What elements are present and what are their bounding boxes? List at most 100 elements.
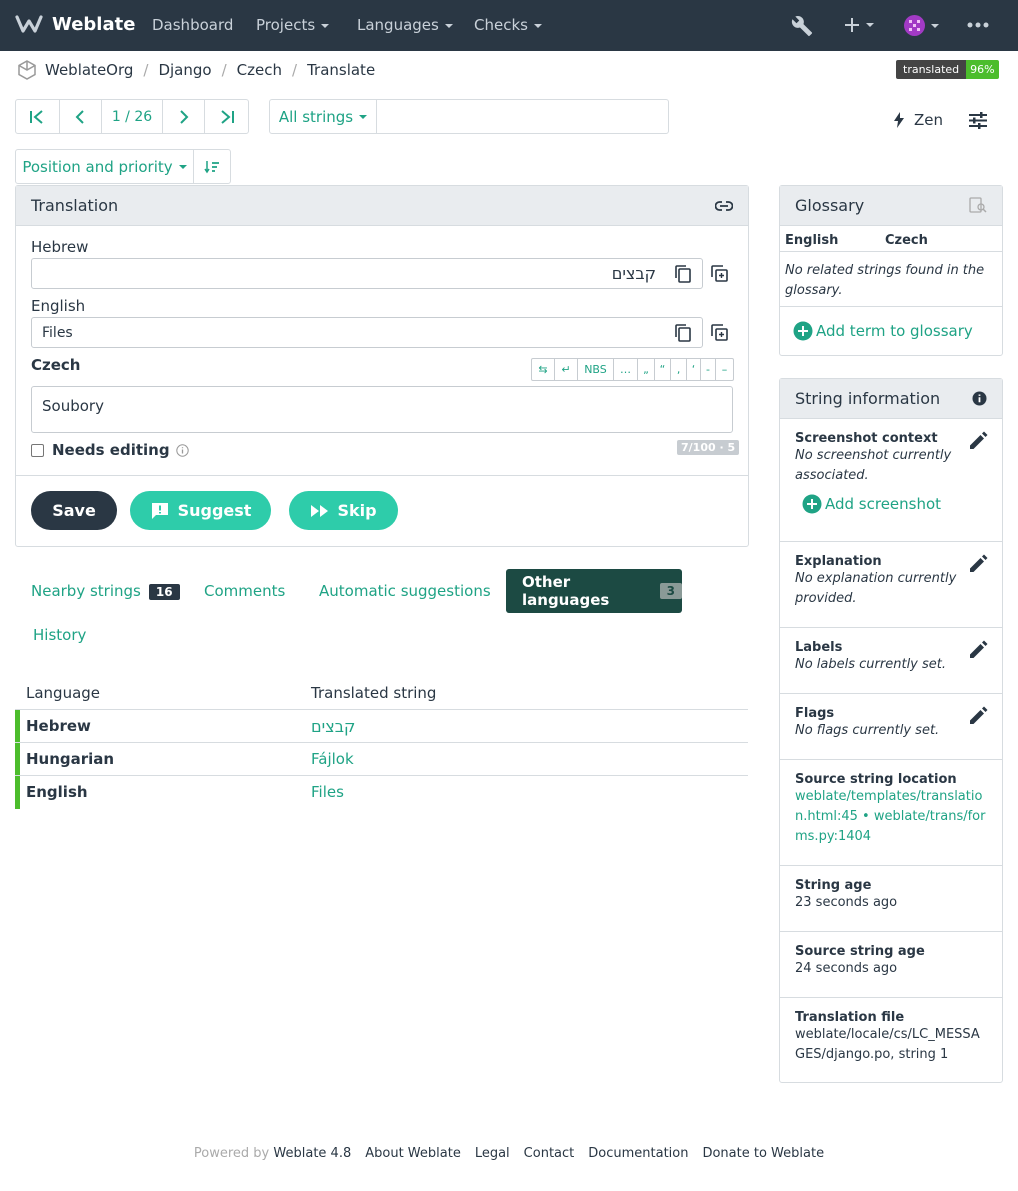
insert-tab-button[interactable]: ⇆ — [532, 359, 555, 380]
info-icon — [175, 443, 189, 457]
suggest-button[interactable]: Suggest — [130, 491, 271, 530]
breadcrumb-language[interactable]: Czech — [237, 61, 282, 79]
wrench-icon[interactable] — [791, 15, 813, 37]
brand-link[interactable]: Weblate — [15, 13, 135, 35]
insert-low-quote-button[interactable]: „ — [638, 359, 655, 380]
last-button[interactable] — [205, 100, 248, 133]
footer-donate-link[interactable]: Donate to Weblate — [702, 1146, 824, 1161]
insert-hyphen-button[interactable]: - — [701, 359, 716, 380]
string-age-title: String age — [795, 878, 872, 893]
zen-label: Zen — [914, 111, 944, 129]
insert-nbsp-button[interactable]: NBS — [578, 359, 614, 380]
insert-newline-button[interactable]: ↵ — [555, 359, 578, 380]
breadcrumb-component[interactable]: Django — [158, 61, 211, 79]
source-location-title: Source string location — [795, 772, 957, 787]
next-button[interactable] — [163, 100, 206, 133]
status-bar — [15, 743, 20, 776]
link-icon[interactable] — [715, 200, 733, 211]
tab-comments[interactable]: Comments — [204, 582, 285, 600]
special-chars-toolbar: ⇆ ↵ NBS … „ “ ‚ ‘ - – — [531, 358, 734, 381]
glossary-empty-text: No related strings found in the glossary… — [785, 263, 985, 298]
add-term-link[interactable]: Add term to glossary — [793, 321, 973, 341]
row-translated-link[interactable]: Fájlok — [311, 750, 354, 768]
settings-sliders-icon[interactable] — [969, 112, 987, 129]
nav-dashboard[interactable]: Dashboard — [152, 16, 233, 34]
last-page-icon — [221, 109, 234, 124]
divider — [780, 306, 1002, 307]
insert-ellipsis-button[interactable]: … — [614, 359, 638, 380]
position-indicator: 1 / 26 — [102, 100, 163, 133]
tab-automatic-suggestions[interactable]: Automatic suggestions — [319, 582, 491, 600]
caret-down-icon — [866, 23, 874, 27]
glossary-col-target: Czech — [885, 233, 928, 248]
table-header-language: Language — [26, 684, 101, 702]
filter-dropdown[interactable]: All strings — [270, 100, 377, 133]
row-translated-link[interactable]: Files — [311, 783, 344, 801]
nav-checks-label: Checks — [474, 16, 528, 34]
footer-version-link[interactable]: Weblate 4.8 — [273, 1146, 351, 1161]
zen-button[interactable]: Zen — [894, 111, 943, 129]
nav-projects-label: Projects — [256, 16, 316, 34]
user-menu[interactable] — [904, 15, 939, 36]
labels-title: Labels — [795, 640, 843, 655]
insert-dash-button[interactable]: – — [716, 359, 733, 380]
table-row: Hebrew קבצים — [15, 709, 748, 743]
needs-editing-checkbox[interactable] — [31, 443, 44, 457]
footer-documentation-link[interactable]: Documentation — [588, 1146, 688, 1161]
tab-nearby-strings[interactable]: Nearby strings 16 — [31, 582, 180, 600]
clone-icon[interactable] — [711, 324, 728, 341]
insert-low-single-quote-button[interactable]: ‚ — [671, 359, 687, 380]
pencil-icon[interactable] — [969, 640, 988, 659]
glossary-col-source: English — [785, 233, 839, 248]
footer-contact-link[interactable]: Contact — [524, 1146, 575, 1161]
previous-button[interactable] — [60, 100, 103, 133]
tab-other-languages[interactable]: Other languages 3 — [506, 569, 682, 613]
flags-text: No flags currently set. — [795, 723, 940, 738]
skip-button[interactable]: Skip — [289, 491, 398, 530]
insert-high-quote-button[interactable]: “ — [655, 359, 671, 380]
row-translated-link[interactable]: קבצים — [311, 717, 355, 736]
brand-name: Weblate — [52, 13, 136, 35]
footer: Powered by Weblate 4.8 About Weblate Leg… — [0, 1146, 1018, 1161]
english-source-text: Files — [42, 324, 73, 341]
breadcrumb-project[interactable]: WeblateOrg — [45, 61, 133, 79]
breadcrumb-separator: / — [292, 61, 298, 79]
pencil-icon[interactable] — [969, 554, 988, 573]
needs-editing-label[interactable]: Needs editing — [52, 441, 170, 459]
clone-icon[interactable] — [711, 265, 728, 282]
pencil-icon[interactable] — [969, 706, 988, 725]
add-screenshot-link[interactable]: Add screenshot — [802, 494, 987, 514]
english-source-field: Files — [31, 317, 703, 348]
czech-translation-text: Soubory — [42, 397, 104, 415]
source-location-section: Source string location weblate/templates… — [780, 759, 1002, 865]
sort-direction-button[interactable] — [194, 150, 230, 183]
translation-panel-header: Translation — [16, 186, 748, 226]
breadcrumb-current: Translate — [307, 61, 376, 79]
nav-languages[interactable]: Languages — [357, 16, 453, 34]
plus-circle-icon — [802, 494, 822, 514]
info-circle-icon[interactable] — [972, 391, 987, 406]
glossary-search-icon[interactable] — [969, 197, 987, 214]
insert-single-quote-button[interactable]: ‘ — [687, 359, 701, 380]
tab-history[interactable]: History — [33, 626, 86, 644]
nav-checks[interactable]: Checks — [474, 16, 542, 34]
search-input[interactable] — [377, 100, 668, 133]
translated-badge-label: translated — [896, 60, 967, 79]
chevron-right-icon — [179, 109, 188, 124]
hebrew-source-field: קבצים — [31, 258, 703, 289]
nav-projects[interactable]: Projects — [256, 16, 330, 34]
copy-icon[interactable] — [675, 324, 691, 342]
sort-label: Position and priority — [22, 157, 173, 176]
copy-icon[interactable] — [675, 265, 691, 283]
sort-dropdown[interactable]: Position and priority — [16, 150, 194, 183]
czech-translation-textarea[interactable]: Soubory — [31, 386, 733, 433]
pencil-icon[interactable] — [969, 431, 988, 450]
more-menu-icon[interactable] — [967, 22, 989, 28]
breadcrumb-separator: / — [221, 61, 227, 79]
add-menu[interactable] — [844, 17, 874, 33]
first-button[interactable] — [16, 100, 60, 133]
save-button[interactable]: Save — [31, 491, 117, 530]
bolt-icon — [894, 112, 904, 128]
footer-about-link[interactable]: About Weblate — [365, 1146, 461, 1161]
footer-legal-link[interactable]: Legal — [475, 1146, 510, 1161]
